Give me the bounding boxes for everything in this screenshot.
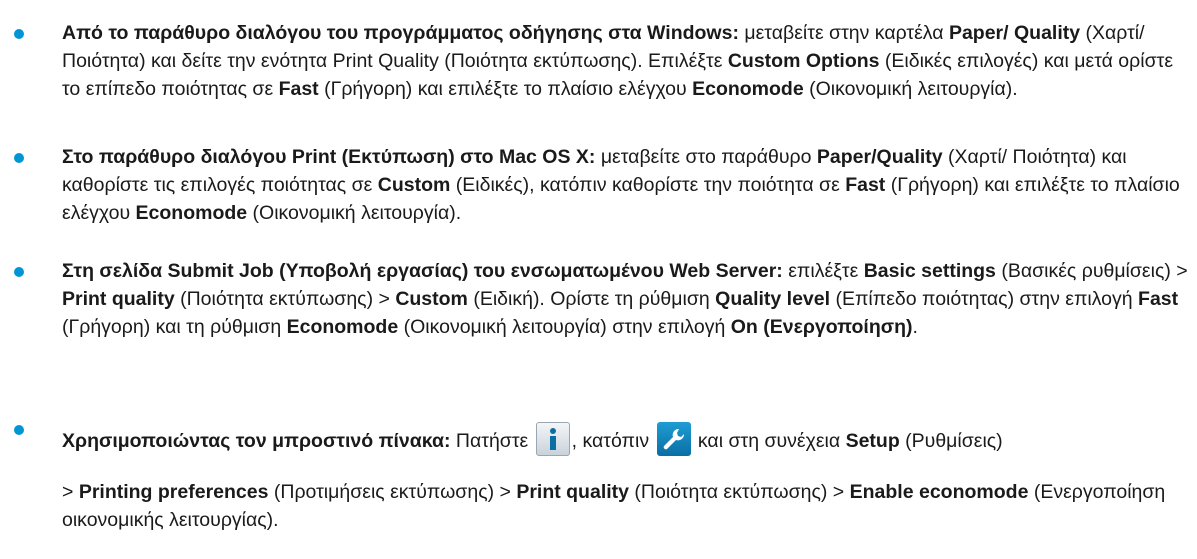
item-heading: Στο παράθυρο διαλόγου Print (Εκτύπωση) σ…	[62, 146, 596, 168]
bullet-icon	[14, 425, 24, 435]
info-icon[interactable]	[535, 421, 570, 456]
bullet-icon	[14, 29, 24, 39]
item-heading: Στη σελίδα Submit Job (Υποβολή εργασίας)…	[62, 260, 783, 282]
list-item-text: Στο παράθυρο διαλόγου Print (Εκτύπωση) σ…	[62, 146, 1180, 224]
item-heading: Από το παράθυρο διαλόγου του προγράμματο…	[62, 22, 739, 44]
instructions-page: Από το παράθυρο διαλόγου του προγράμματο…	[0, 0, 1197, 559]
list-item-text: Από το παράθυρο διαλόγου του προγράμματο…	[62, 22, 1174, 100]
wrench-icon[interactable]	[656, 421, 691, 456]
bullet-icon	[14, 267, 24, 277]
list-item-text: Χρησιμοποιώντας τον μπροστινό πίνακα: Πα…	[62, 421, 1193, 456]
list-item-text: Στη σελίδα Submit Job (Υποβολή εργασίας)…	[62, 260, 1188, 338]
item-heading: Χρησιμοποιώντας τον μπροστινό πίνακα:	[62, 430, 451, 452]
list-item-text-continued: > Printing preferences (Προτιμήσεις εκτύ…	[62, 481, 1166, 531]
bullet-icon	[14, 153, 24, 163]
